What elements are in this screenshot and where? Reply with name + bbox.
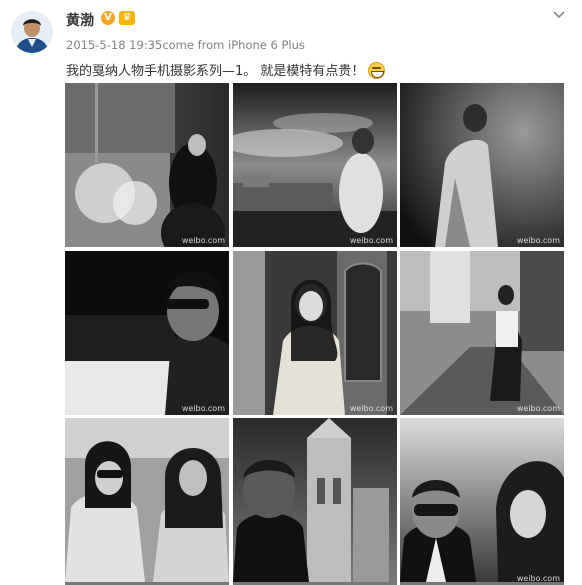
- post-text: 我的戛纳人物手机摄影系列—1。 就是模特有点贵！: [66, 60, 386, 79]
- post-source[interactable]: iPhone 6 Plus: [228, 38, 305, 52]
- photo-thumbnail[interactable]: weibo.com: [400, 418, 564, 585]
- photo-image: [65, 251, 229, 415]
- avatar[interactable]: [11, 11, 53, 53]
- author-name[interactable]: 黄渤: [66, 10, 94, 30]
- post-text-content: 我的戛纳人物手机摄影系列—1。 就是模特有点贵！: [66, 64, 365, 79]
- photo-thumbnail[interactable]: [233, 418, 397, 585]
- post-meta: 2015-5-18 19:35come from iPhone 6 Plus: [66, 38, 305, 52]
- photo-image: [400, 418, 564, 582]
- photo-thumbnail[interactable]: [65, 418, 229, 585]
- verified-badge-icon: V: [101, 11, 115, 25]
- chevron-down-icon[interactable]: [552, 10, 566, 20]
- photo-watermark: weibo.com: [516, 236, 560, 245]
- grin-emoji-icon: [368, 62, 386, 79]
- vip-badge-icon: ♛: [119, 11, 135, 25]
- photo-image: [400, 83, 564, 247]
- photo-watermark: weibo.com: [516, 404, 560, 413]
- photo-thumbnail[interactable]: weibo.com: [400, 251, 564, 415]
- photo-watermark: weibo.com: [181, 404, 225, 413]
- photo-thumbnail[interactable]: weibo.com: [400, 83, 564, 247]
- photo-grid: weibo.com weibo.com weibo.com weibo.com …: [65, 83, 565, 585]
- photo-image: [233, 251, 397, 415]
- photo-image: [233, 418, 397, 582]
- photo-watermark: weibo.com: [349, 404, 393, 413]
- photo-image: [233, 83, 397, 247]
- photo-watermark: weibo.com: [349, 236, 393, 245]
- photo-thumbnail[interactable]: weibo.com: [233, 83, 397, 247]
- photo-image: [65, 83, 229, 247]
- photo-watermark: weibo.com: [181, 236, 225, 245]
- photo-thumbnail[interactable]: weibo.com: [65, 251, 229, 415]
- photo-image: [400, 251, 564, 415]
- photo-image: [65, 418, 229, 582]
- photo-thumbnail[interactable]: weibo.com: [65, 83, 229, 247]
- avatar-image: [11, 11, 53, 53]
- source-prefix: come from: [162, 38, 229, 52]
- post-timestamp[interactable]: 2015-5-18 19:35: [66, 38, 162, 52]
- photo-watermark: weibo.com: [516, 574, 560, 583]
- photo-thumbnail[interactable]: weibo.com: [233, 251, 397, 415]
